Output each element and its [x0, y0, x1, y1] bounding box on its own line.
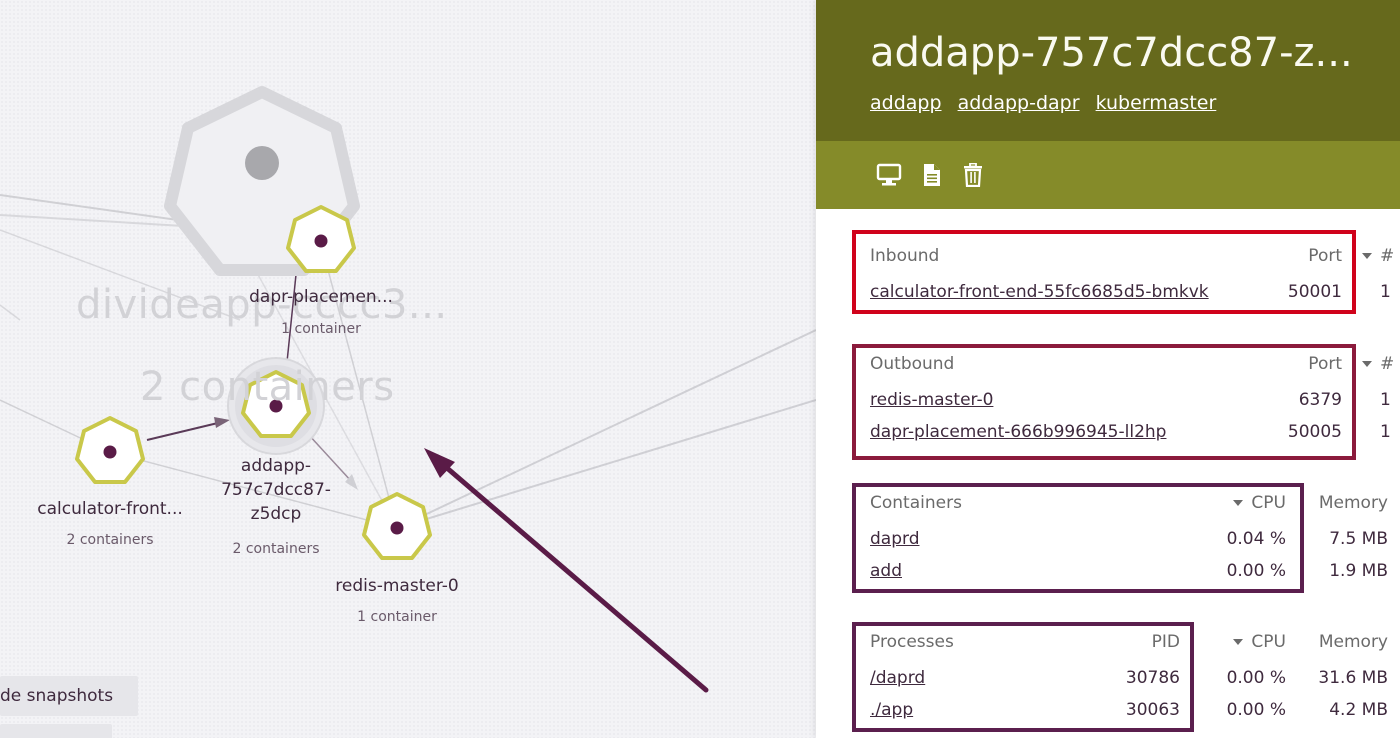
panel-header: addapp-757c7dcc87-z... addapp addapp-dap… [816, 0, 1400, 141]
node-label-calculator-front: calculator-front... [37, 499, 183, 519]
trash-icon[interactable] [963, 163, 983, 187]
panel-toolbar [816, 141, 1400, 209]
outbound-link[interactable]: redis-master-0 [870, 385, 993, 415]
inbound-port: 50001 [1287, 282, 1342, 302]
group-container-count: 2 containers [140, 364, 395, 410]
container-link[interactable]: add [870, 556, 902, 586]
processes-memory-header[interactable]: Memory [1306, 627, 1388, 657]
node-sub-dapr-placement: 1 container [281, 321, 361, 337]
node-calculator-front[interactable] [75, 416, 145, 484]
node-label-redis-master: redis-master-0 [335, 576, 459, 596]
outbound-count-header[interactable]: # [1362, 349, 1394, 379]
graph-edges-layer [0, 86, 816, 693]
process-cpu: 0.00 % [1226, 700, 1286, 720]
tag-link-kubermaster[interactable]: kubermaster [1096, 92, 1217, 114]
node-details-panel: addapp-757c7dcc87-z... addapp addapp-dap… [816, 0, 1400, 738]
inbound-link[interactable]: calculator-front-end-55fc6685d5-bmkvk [870, 277, 1209, 307]
node-sub-addapp: 2 containers [232, 541, 320, 557]
processes-pid-header[interactable]: PID [1116, 627, 1180, 657]
node-sub-calculator-front: 2 containers [66, 532, 154, 548]
process-pid: 30786 [1125, 668, 1180, 688]
edge-calculator-to-addapp [146, 421, 223, 441]
node-label-dapr-placement: dapr-placemen... [249, 287, 393, 307]
container-cpu: 0.00 % [1226, 561, 1286, 581]
secondary-button[interactable] [0, 724, 112, 738]
inbound-title: Inbound [870, 246, 940, 266]
tag-link-addapp-dapr[interactable]: addapp-dapr [958, 92, 1080, 114]
container-cpu: 0.04 % [1226, 529, 1286, 549]
process-memory: 4.2 MB [1329, 700, 1388, 720]
inbound-count-header[interactable]: # [1362, 241, 1394, 271]
node-label-addapp: addapp- 757c7dcc87- z5dcp [221, 454, 331, 526]
monitor-icon[interactable] [876, 163, 902, 187]
processes-title: Processes [870, 632, 954, 652]
topology-graph-canvas[interactable]: divideapp-cccc3... 2 containers dapr-pla… [0, 0, 816, 738]
snapshots-button[interactable]: de snapshots [0, 676, 138, 716]
outbound-port: 50005 [1287, 422, 1342, 442]
containers-cpu-header[interactable]: CPU [1206, 488, 1286, 518]
inbound-count: 1 [1380, 282, 1391, 302]
node-redis-master[interactable] [362, 492, 432, 560]
node-label-addapp-line3: z5dcp [250, 504, 302, 524]
container-memory: 1.9 MB [1329, 561, 1388, 581]
outbound-port-header[interactable]: Port [1256, 349, 1342, 379]
node-sub-redis-master: 1 container [357, 609, 437, 625]
node-label-addapp-line2: 757c7dcc87- [221, 480, 331, 500]
node-label-addapp-line1: addapp- [240, 456, 312, 476]
annotation-arrow [424, 448, 709, 693]
outbound-count: 1 [1380, 390, 1391, 410]
process-pid: 30063 [1125, 700, 1180, 720]
panel-tag-links: addapp addapp-dapr kubermaster [870, 92, 1226, 114]
process-link[interactable]: ./app [870, 695, 913, 725]
node-dapr-placement[interactable] [286, 205, 356, 273]
container-link[interactable]: daprd [870, 524, 919, 554]
processes-cpu-header[interactable]: CPU [1206, 627, 1286, 657]
outbound-count: 1 [1380, 422, 1391, 442]
containers-memory-header[interactable]: Memory [1306, 488, 1388, 518]
process-memory: 31.6 MB [1318, 668, 1388, 688]
containers-title: Containers [870, 493, 962, 513]
container-memory: 7.5 MB [1329, 529, 1388, 549]
outbound-port: 6379 [1298, 390, 1342, 410]
outbound-link[interactable]: dapr-placement-666b996945-ll2hp [870, 417, 1166, 447]
panel-title: addapp-757c7dcc87-z... [870, 30, 1353, 76]
process-link[interactable]: /daprd [870, 663, 925, 693]
document-icon[interactable] [922, 163, 942, 187]
tag-link-addapp[interactable]: addapp [870, 92, 942, 114]
inbound-port-header[interactable]: Port [1256, 241, 1342, 271]
outbound-title: Outbound [870, 354, 955, 374]
process-cpu: 0.00 % [1226, 668, 1286, 688]
